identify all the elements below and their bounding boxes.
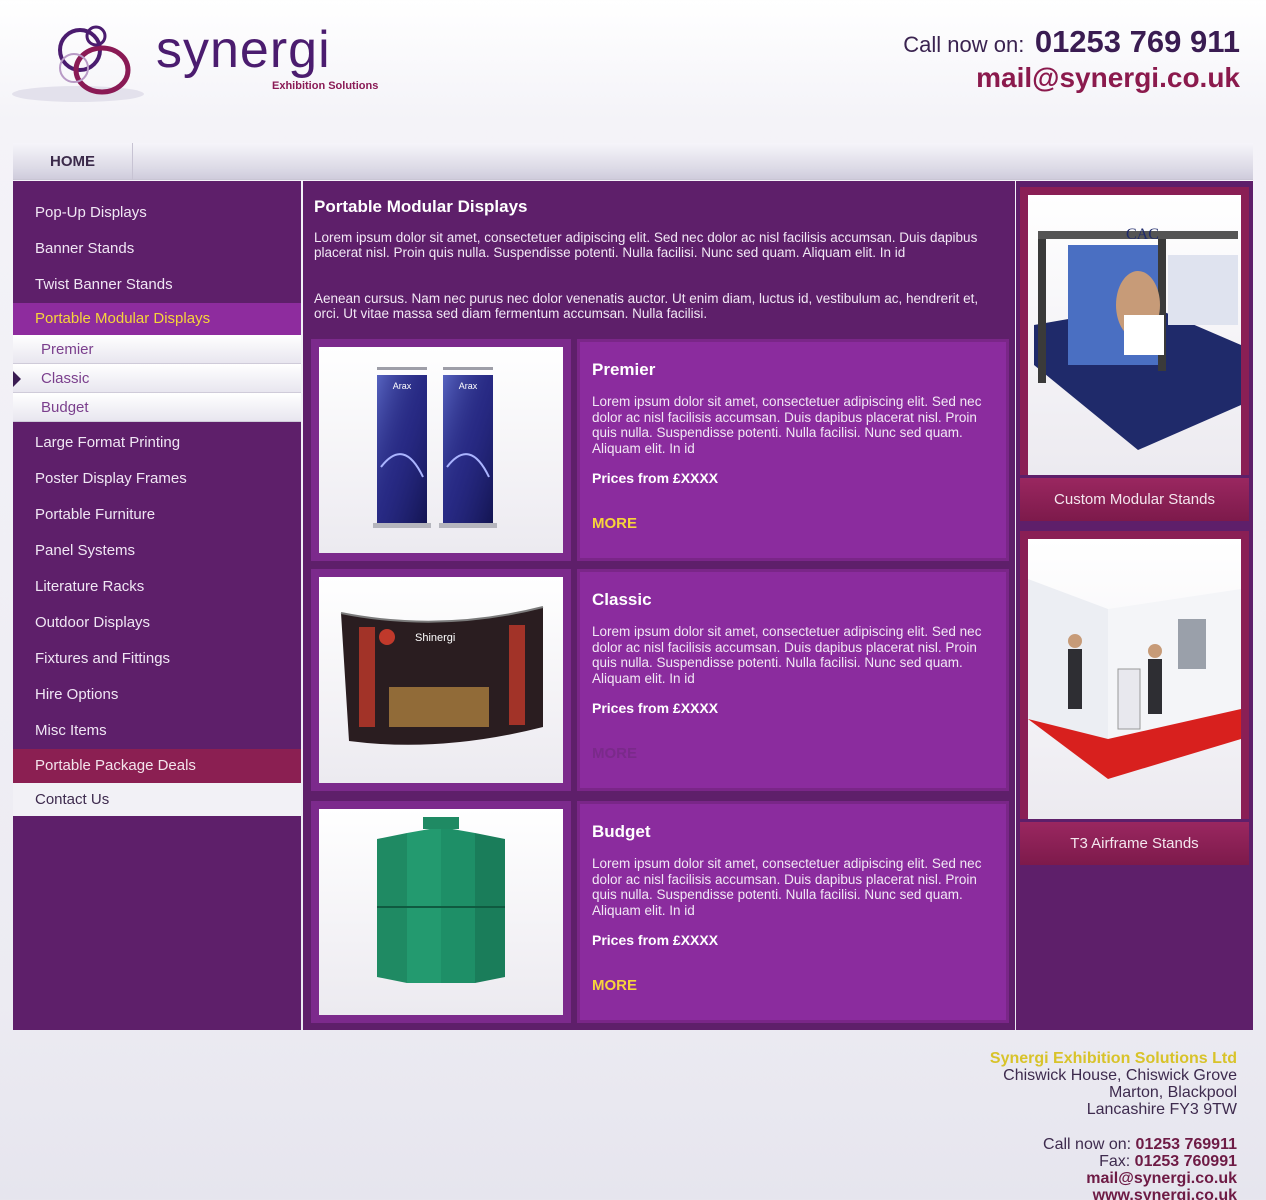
- product-description: Lorem ipsum dolor sit amet, consectetuer…: [592, 624, 982, 686]
- sidebar-subitem-classic[interactable]: Classic: [13, 364, 301, 393]
- sidebar-item-poster-display-frames[interactable]: Poster Display Frames: [13, 461, 301, 497]
- intro-paragraph: Lorem ipsum dolor sit amet, consectetuer…: [314, 230, 978, 260]
- product-description: Lorem ipsum dolor sit amet, consectetuer…: [592, 394, 982, 456]
- custom-modular-image: CAC: [1028, 195, 1241, 475]
- feature-column: CAC Custom Modular Stands T3 Airframe St…: [1016, 181, 1253, 1030]
- sidebar-item-twist-banner-stands[interactable]: Twist Banner Stands: [13, 267, 301, 303]
- feature-t3-airframe[interactable]: T3 Airframe Stands: [1020, 531, 1249, 865]
- sidebar-subitem-label: Classic: [41, 370, 90, 387]
- sidebar: Pop-Up Displays Banner Stands Twist Bann…: [13, 181, 301, 1030]
- modular-stand-illustration: CAC: [1034, 226, 1241, 450]
- more-link[interactable]: MORE: [592, 977, 637, 994]
- sidebar-item-portable-package-deals[interactable]: Portable Package Deals: [13, 749, 301, 783]
- airframe-stand-illustration: [1028, 579, 1241, 779]
- feature-custom-modular[interactable]: CAC Custom Modular Stands: [1020, 187, 1249, 521]
- sidebar-top-spacer: [13, 181, 301, 195]
- logo-tagline: Exhibition Solutions: [272, 80, 379, 92]
- intro-paragraph-2: Aenean cursus. Nam nec purus nec dolor v…: [314, 291, 979, 321]
- footer-gap: [990, 1118, 1237, 1136]
- site-header: synergi Exhibition Solutions Call now on…: [0, 0, 1266, 130]
- sidebar-item-large-format-printing[interactable]: Large Format Printing: [13, 425, 301, 461]
- main-content: Portable Modular Displays Lorem ipsum do…: [303, 181, 1015, 1030]
- banner-brand-label: Arax: [459, 381, 478, 391]
- footer-address-line: Chiswick House, Chiswick Grove: [1003, 1067, 1237, 1084]
- sidebar-item-pop-up-displays[interactable]: Pop-Up Displays: [13, 195, 301, 231]
- call-label: Call now on:: [903, 32, 1025, 57]
- feature-label: T3 Airframe Stands: [1020, 819, 1249, 865]
- popup-brand-label: Shinergi: [415, 632, 455, 644]
- footer-call: Call now on: 01253 769911: [990, 1136, 1237, 1153]
- current-arrow-icon: [13, 371, 21, 387]
- footer-web-link[interactable]: www.synergi.co.uk: [990, 1187, 1237, 1200]
- product-title: Premier: [592, 360, 656, 379]
- sidebar-item-contact-us[interactable]: Contact Us: [13, 783, 301, 816]
- footer-call-label: Call now on:: [1043, 1136, 1132, 1153]
- sidebar-item-literature-racks[interactable]: Literature Racks: [13, 569, 301, 605]
- feature-label: Custom Modular Stands: [1020, 475, 1249, 521]
- product-image-frame: Shinergi: [311, 569, 571, 791]
- sidebar-item-portable-furniture[interactable]: Portable Furniture: [13, 497, 301, 533]
- footer-fax-label: Fax:: [1099, 1153, 1131, 1170]
- premier-product-image[interactable]: Arax Arax: [319, 347, 563, 553]
- footer-fax-number: 01253 760991: [1134, 1153, 1237, 1170]
- footer-fax: Fax: 01253 760991: [990, 1153, 1237, 1170]
- product-image-frame: Arax Arax: [311, 339, 571, 561]
- curved-popup-illustration: Shinergi: [340, 606, 544, 745]
- panel-display-illustration: [377, 817, 505, 983]
- more-link[interactable]: MORE: [592, 745, 637, 762]
- sidebar-item-banner-stands[interactable]: Banner Stands: [13, 231, 301, 267]
- footer-company: Synergi Exhibition Solutions Ltd: [989, 1050, 1237, 1067]
- product-card-classic: Shinergi Classic Lorem ipsum dolor sit a…: [311, 569, 1009, 791]
- budget-product-image[interactable]: [319, 809, 563, 1015]
- sidebar-item-portable-modular-displays[interactable]: Portable Modular Displays: [13, 303, 301, 335]
- product-price: Prices from £XXXX: [592, 932, 719, 948]
- product-price: Prices from £XXXX: [592, 470, 719, 486]
- site-footer: Synergi Exhibition Solutions Ltd Chiswic…: [990, 1050, 1237, 1200]
- logo-rings-icon: [12, 25, 144, 102]
- more-link[interactable]: MORE: [592, 515, 637, 532]
- sidebar-subitem-label: Budget: [41, 399, 89, 416]
- product-image-frame: [311, 801, 571, 1023]
- product-card-budget: Budget Lorem ipsum dolor sit amet, conse…: [311, 801, 1009, 1023]
- product-info-panel: Premier Lorem ipsum dolor sit amet, cons…: [577, 339, 1009, 561]
- synergi-logo[interactable]: synergi Exhibition Solutions: [10, 12, 430, 112]
- sidebar-item-panel-systems[interactable]: Panel Systems: [13, 533, 301, 569]
- sidebar-subitem-label: Premier: [41, 341, 94, 358]
- nav-home-link[interactable]: HOME: [13, 143, 133, 180]
- footer-address-line: Lancashire FY3 9TW: [1086, 1101, 1237, 1118]
- product-price: Prices from £XXXX: [592, 700, 719, 716]
- header-call: Call now on: 01253 769 911: [903, 24, 1240, 60]
- logo-wordmark: synergi: [156, 21, 331, 79]
- stand-brand-label: CAC: [1126, 226, 1159, 243]
- product-description: Lorem ipsum dolor sit amet, consectetuer…: [592, 856, 982, 918]
- sidebar-subitem-premier[interactable]: Premier: [13, 335, 301, 364]
- classic-product-image[interactable]: Shinergi: [319, 577, 563, 783]
- banner-stands-illustration: Arax Arax: [373, 367, 497, 528]
- sidebar-subitem-budget[interactable]: Budget: [13, 393, 301, 422]
- sidebar-item-outdoor-displays[interactable]: Outdoor Displays: [13, 605, 301, 641]
- footer-phone[interactable]: 01253 769911: [1136, 1136, 1237, 1153]
- product-info-panel: Budget Lorem ipsum dolor sit amet, conse…: [577, 801, 1009, 1023]
- footer-email-link[interactable]: mail@synergi.co.uk: [990, 1170, 1237, 1187]
- page-title: Portable Modular Displays: [314, 197, 528, 216]
- banner-brand-label: Arax: [393, 381, 412, 391]
- product-title: Classic: [592, 590, 652, 609]
- footer-address-line: Marton, Blackpool: [1108, 1084, 1237, 1101]
- t3-airframe-image: [1028, 539, 1241, 819]
- sidebar-item-fixtures-and-fittings[interactable]: Fixtures and Fittings: [13, 641, 301, 677]
- product-title: Budget: [592, 822, 651, 841]
- header-phone[interactable]: 01253 769 911: [1035, 24, 1240, 59]
- header-email-link[interactable]: mail@synergi.co.uk: [976, 62, 1240, 94]
- product-card-premier: Arax Arax Premier Lorem ipsum dolor sit …: [311, 339, 1009, 561]
- top-nav: HOME: [13, 143, 1253, 180]
- sidebar-item-hire-options[interactable]: Hire Options: [13, 677, 301, 713]
- sidebar-item-misc-items[interactable]: Misc Items: [13, 713, 301, 749]
- product-info-panel: Classic Lorem ipsum dolor sit amet, cons…: [577, 569, 1009, 791]
